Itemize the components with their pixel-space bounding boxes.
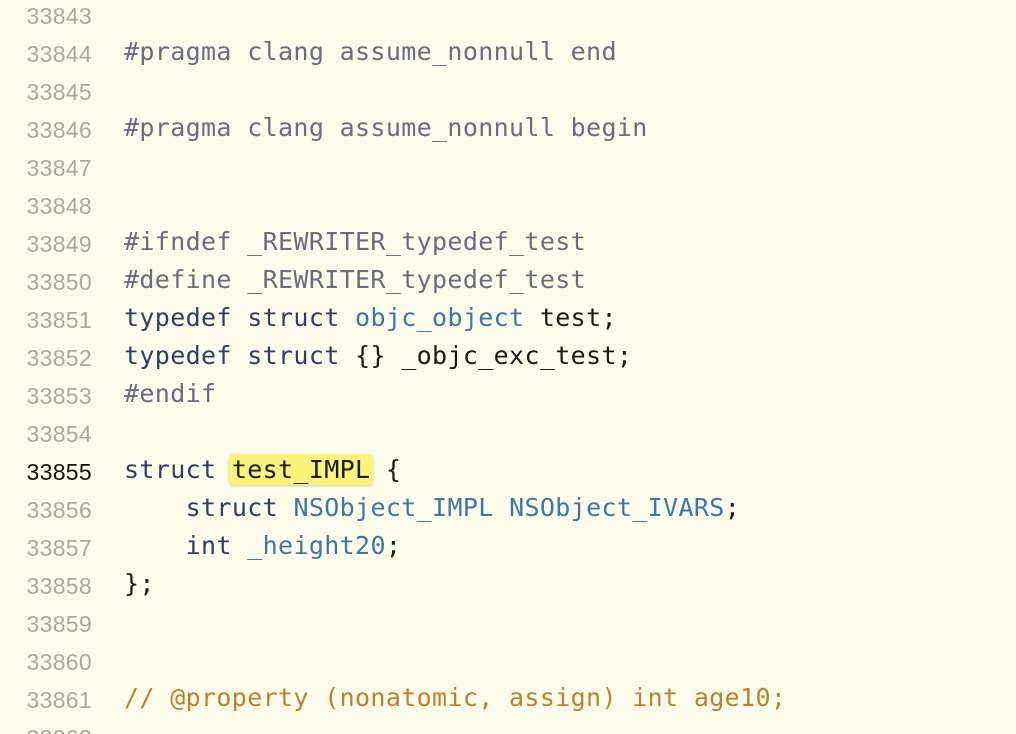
line-number: 33843 xyxy=(26,3,92,29)
line-number: 33851 xyxy=(26,307,92,333)
code-line[interactable]: 33853 #endif xyxy=(0,374,1016,412)
code-line[interactable]: 33857 int _height20; xyxy=(0,526,1016,564)
code-text: struct NSObject_IMPL NSObject_IVARS; xyxy=(124,494,740,522)
code-text: #define _REWRITER_typedef_test xyxy=(124,266,586,294)
code-token-plain: ; xyxy=(724,493,741,522)
code-line[interactable]: 33856 struct NSObject_IMPL NSObject_IVAR… xyxy=(0,488,1016,526)
code-line[interactable]: 33851 typedef struct objc_object test; xyxy=(0,298,1016,336)
code-token-keyword: int xyxy=(185,531,232,560)
line-number: 33845 xyxy=(26,79,92,105)
code-lines: 33843 33844 #pragma clang assume_nonnull e… xyxy=(0,0,1016,734)
code-token-type: objc_object xyxy=(355,303,525,332)
code-token-keyword: struct xyxy=(124,455,217,484)
code-token-keyword: typedef xyxy=(124,303,232,332)
code-token-keyword: struct xyxy=(247,341,340,370)
code-line[interactable]: 33849 #ifndef _REWRITER_typedef_test xyxy=(0,222,1016,260)
code-token-type: _height20 xyxy=(247,531,386,560)
line-number: 33862 xyxy=(0,725,92,734)
code-token-keyword: struct xyxy=(247,303,340,332)
code-token-plain: {} _objc_exc_test; xyxy=(339,341,633,370)
code-token-keyword: struct xyxy=(185,493,279,522)
line-number: 33846 xyxy=(26,117,92,143)
code-token-preproc: #endif xyxy=(124,379,217,408)
code-text: #ifndef _REWRITER_typedef_test xyxy=(124,228,586,256)
code-line[interactable]: 33845 xyxy=(0,70,1016,108)
code-token-plain: ; xyxy=(385,531,402,560)
code-line[interactable]: 33847 xyxy=(0,146,1016,184)
line-number: 33849 xyxy=(26,231,92,257)
code-text: // @property (nonatomic, assign) int age… xyxy=(124,684,786,712)
code-line[interactable]: 33844 #pragma clang assume_nonnull end xyxy=(0,32,1016,70)
line-number: 33860 xyxy=(26,649,92,675)
line-number: 33858 xyxy=(26,573,92,599)
code-line[interactable]: 33848 xyxy=(0,184,1016,222)
line-number: 33847 xyxy=(26,155,92,181)
code-token-comment: // @property (nonatomic, assign) int age… xyxy=(124,683,787,712)
code-token-preproc: #ifndef _REWRITER_typedef_test xyxy=(124,227,587,256)
code-text: }; xyxy=(124,570,155,598)
line-number: 33844 xyxy=(26,41,92,67)
code-text: #pragma clang assume_nonnull end xyxy=(124,38,617,66)
code-token-plain: test; xyxy=(524,303,617,332)
code-line[interactable]: 33860 xyxy=(0,640,1016,678)
code-line[interactable]: 33846 #pragma clang assume_nonnull begin xyxy=(0,108,1016,146)
code-text: typedef struct objc_object test; xyxy=(124,304,617,332)
code-text: #pragma clang assume_nonnull begin xyxy=(124,114,648,142)
line-number: 33850 xyxy=(26,269,92,295)
line-number: 33854 xyxy=(26,421,92,447)
line-number: 33856 xyxy=(26,497,92,523)
line-number: 33848 xyxy=(26,193,92,219)
code-editor[interactable]: 33843 33844 #pragma clang assume_nonnull e… xyxy=(0,0,1016,734)
code-token-preproc: #define _REWRITER_typedef_test xyxy=(124,265,587,294)
code-line[interactable]: 33850 #define _REWRITER_typedef_test xyxy=(0,260,1016,298)
code-text: #endif xyxy=(124,380,216,408)
code-line[interactable]: 33854 xyxy=(0,412,1016,450)
code-token-type: NSObject_IVARS xyxy=(509,493,725,522)
code-line[interactable]: 33861 // @property (nonatomic, assign) in… xyxy=(0,678,1016,716)
highlighted-symbol[interactable]: test_IMPL xyxy=(228,454,374,485)
line-number: 33855 xyxy=(26,459,92,485)
code-line[interactable]: 33843 xyxy=(0,0,1016,32)
line-number: 33859 xyxy=(26,611,92,637)
code-token-plain: }; xyxy=(124,569,155,598)
code-token-type: NSObject_IMPL xyxy=(293,493,494,522)
line-number: 33853 xyxy=(26,383,92,409)
code-text: int _height20; xyxy=(124,532,401,560)
code-token-keyword: typedef xyxy=(124,341,232,370)
code-text: struct test_IMPL { xyxy=(124,454,402,485)
code-line[interactable]: 33859 xyxy=(0,602,1016,640)
code-token-preproc: #pragma clang assume_nonnull begin xyxy=(124,113,648,142)
code-line[interactable]: 33862 xyxy=(0,716,1016,734)
code-line[interactable]: 33852 typedef struct {} _objc_exc_test; xyxy=(0,336,1016,374)
line-number: 33857 xyxy=(26,535,92,561)
code-text: typedef struct {} _objc_exc_test; xyxy=(124,342,632,370)
code-token-plain: { xyxy=(370,455,402,484)
line-number: 33852 xyxy=(26,345,92,371)
code-token-preproc: #pragma clang assume_nonnull end xyxy=(124,37,617,66)
line-number: 33861 xyxy=(26,687,92,713)
code-line[interactable]: 33855 struct test_IMPL { xyxy=(0,450,1016,488)
code-line[interactable]: 33858}; xyxy=(0,564,1016,602)
